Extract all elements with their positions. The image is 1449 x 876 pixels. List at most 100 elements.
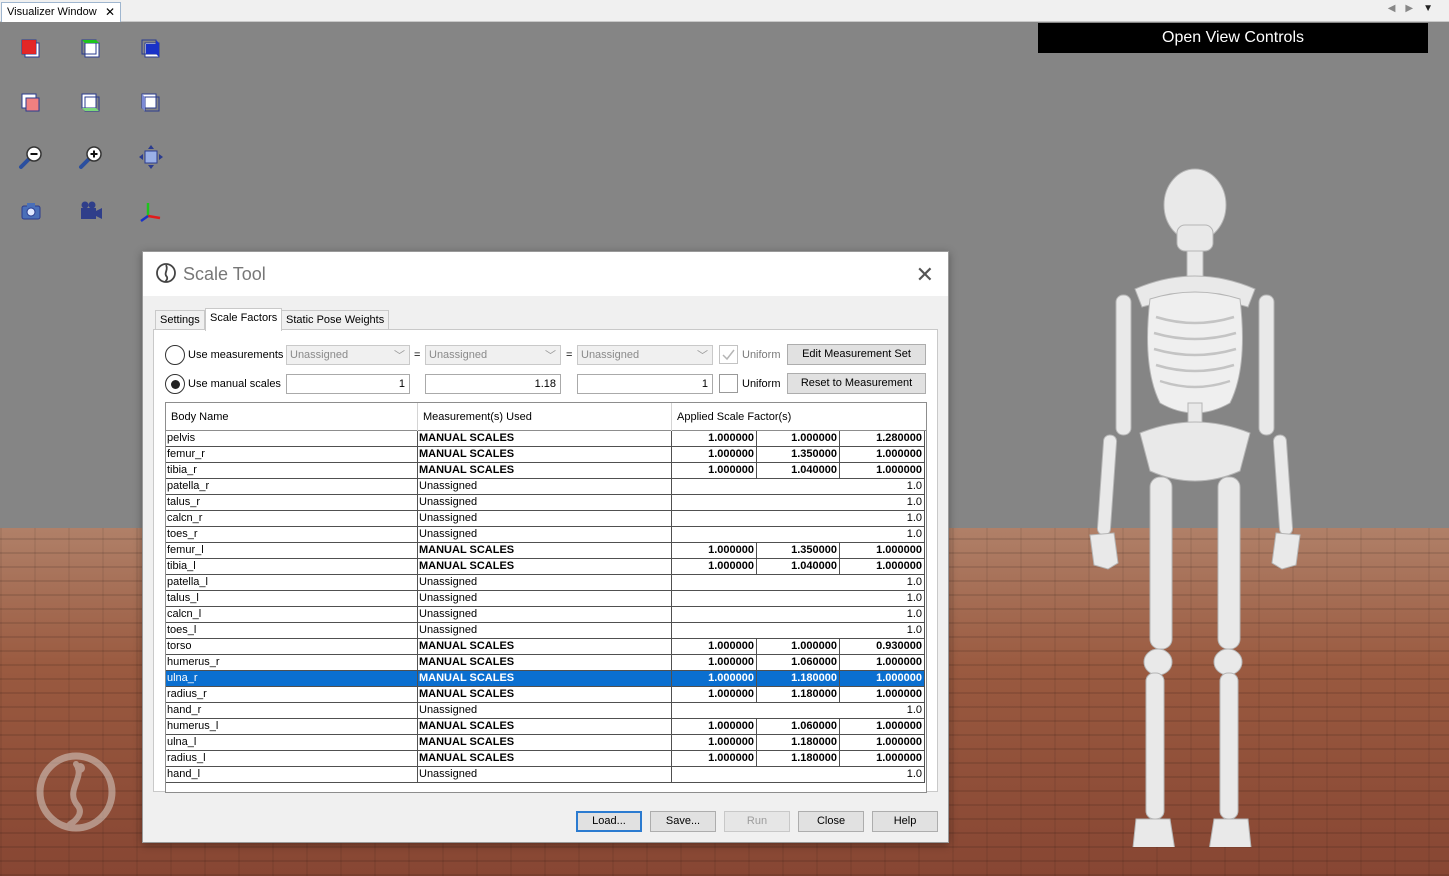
close-icon[interactable]: ✕ (916, 262, 934, 288)
body-name-cell[interactable]: calcn_r (166, 511, 418, 527)
tab-static-pose-weights[interactable]: Static Pose Weights (281, 310, 390, 330)
measurement-cell[interactable]: MANUAL SCALES (418, 719, 672, 735)
body-name-cell[interactable]: patella_l (166, 575, 418, 591)
scale-factor-x-cell[interactable]: 1.000000 (672, 687, 757, 703)
body-name-cell[interactable]: pelvis (166, 431, 418, 447)
view-top-icon[interactable] (78, 36, 104, 62)
column-header-body-name[interactable]: Body Name (166, 403, 418, 431)
reset-to-measurement-button[interactable]: Reset to Measurement (787, 373, 926, 394)
table-row[interactable]: talus_l Unassigned 1.0 (166, 591, 926, 607)
scroll-left-icon[interactable]: ◀ (1388, 3, 1406, 14)
manual-scale-x-input[interactable]: 1 (286, 374, 410, 394)
zoom-in-icon[interactable] (78, 144, 104, 170)
axes-icon[interactable] (138, 198, 164, 224)
use-measurements-radio[interactable] (165, 345, 185, 365)
view-left-icon[interactable] (138, 90, 164, 116)
load-button[interactable]: Load... (576, 811, 642, 832)
scale-factor-cell[interactable]: 1.0 (672, 623, 925, 639)
table-row[interactable]: humerus_l MANUAL SCALES 1.000000 1.060000 1.… (166, 719, 926, 735)
measurement-cell[interactable]: Unassigned (418, 591, 672, 607)
scale-factor-y-cell[interactable]: 1.180000 (757, 671, 840, 687)
scale-factor-y-cell[interactable]: 1.060000 (757, 655, 840, 671)
measurement-cell[interactable]: Unassigned (418, 767, 672, 783)
tab-settings[interactable]: Settings (155, 310, 205, 330)
body-name-cell[interactable]: tibia_l (166, 559, 418, 575)
scale-factor-cell[interactable]: 1.0 (672, 575, 925, 591)
body-name-cell[interactable]: hand_r (166, 703, 418, 719)
body-name-cell[interactable]: torso (166, 639, 418, 655)
measurement-cell[interactable]: MANUAL SCALES (418, 687, 672, 703)
body-name-cell[interactable]: toes_r (166, 527, 418, 543)
scale-factor-x-cell[interactable]: 1.000000 (672, 719, 757, 735)
table-row[interactable]: ulna_l MANUAL SCALES 1.000000 1.180000 1.000… (166, 735, 926, 751)
scale-factor-cell[interactable]: 1.0 (672, 479, 925, 495)
scale-factor-y-cell[interactable]: 1.180000 (757, 687, 840, 703)
table-row[interactable]: talus_r Unassigned 1.0 (166, 495, 926, 511)
scale-factor-y-cell[interactable]: 1.350000 (757, 543, 840, 559)
measurement-combo-x[interactable]: Unassigned ﹀ (286, 345, 410, 365)
body-name-cell[interactable]: humerus_r (166, 655, 418, 671)
scale-factor-z-cell[interactable]: 1.000000 (840, 671, 925, 687)
view-back-icon[interactable] (18, 90, 44, 116)
scale-factor-y-cell[interactable]: 1.060000 (757, 719, 840, 735)
run-button[interactable]: Run (724, 811, 790, 832)
scale-factor-cell[interactable]: 1.0 (672, 703, 925, 719)
body-name-cell[interactable]: ulna_l (166, 735, 418, 751)
tab-visualizer-window[interactable]: Visualizer Window ✕ (1, 2, 121, 22)
body-name-cell[interactable]: femur_l (166, 543, 418, 559)
table-row[interactable]: patella_l Unassigned 1.0 (166, 575, 926, 591)
measurement-cell[interactable]: Unassigned (418, 511, 672, 527)
body-name-cell[interactable]: humerus_l (166, 719, 418, 735)
fit-view-icon[interactable] (138, 144, 164, 170)
column-header-applied-scale-factors[interactable]: Applied Scale Factor(s) (672, 403, 926, 431)
scale-factor-y-cell[interactable]: 1.000000 (757, 639, 840, 655)
zoom-out-icon[interactable] (18, 144, 44, 170)
body-name-cell[interactable]: calcn_l (166, 607, 418, 623)
measurement-cell[interactable]: Unassigned (418, 527, 672, 543)
measurement-cell[interactable]: MANUAL SCALES (418, 751, 672, 767)
measurement-cell[interactable]: MANUAL SCALES (418, 655, 672, 671)
scale-factor-y-cell[interactable]: 1.350000 (757, 447, 840, 463)
scale-factor-cell[interactable]: 1.0 (672, 607, 925, 623)
scale-factor-z-cell[interactable]: 1.000000 (840, 559, 925, 575)
scale-factor-z-cell[interactable]: 1.000000 (840, 687, 925, 703)
table-row[interactable]: pelvis MANUAL SCALES 1.000000 1.000000 1.280… (166, 431, 926, 447)
scale-factor-z-cell[interactable]: 1.280000 (840, 431, 925, 447)
view-right-icon[interactable] (138, 36, 164, 62)
scale-factor-z-cell[interactable]: 1.000000 (840, 447, 925, 463)
close-icon[interactable]: ✕ (105, 5, 115, 19)
measurement-cell[interactable]: MANUAL SCALES (418, 559, 672, 575)
measurement-cell[interactable]: Unassigned (418, 575, 672, 591)
scale-factor-cell[interactable]: 1.0 (672, 767, 925, 783)
scroll-right-icon[interactable]: ▶ (1405, 3, 1423, 14)
measurement-cell[interactable]: MANUAL SCALES (418, 639, 672, 655)
scale-factor-x-cell[interactable]: 1.000000 (672, 655, 757, 671)
scale-factor-cell[interactable]: 1.0 (672, 511, 925, 527)
measurement-combo-y[interactable]: Unassigned ﹀ (425, 345, 561, 365)
view-front-icon[interactable] (18, 36, 44, 62)
body-name-cell[interactable]: patella_r (166, 479, 418, 495)
snapshot-camera-icon[interactable] (18, 198, 44, 224)
table-row[interactable]: toes_r Unassigned 1.0 (166, 527, 926, 543)
table-row[interactable]: radius_l MANUAL SCALES 1.000000 1.180000 1.0… (166, 751, 926, 767)
body-name-cell[interactable]: toes_l (166, 623, 418, 639)
table-row[interactable]: ulna_r MANUAL SCALES 1.000000 1.180000 1.000… (166, 671, 926, 687)
measurement-cell[interactable]: MANUAL SCALES (418, 447, 672, 463)
save-button[interactable]: Save... (650, 811, 716, 832)
measurement-cell[interactable]: MANUAL SCALES (418, 463, 672, 479)
measurement-cell[interactable]: MANUAL SCALES (418, 735, 672, 751)
table-row[interactable]: humerus_r MANUAL SCALES 1.000000 1.060000 1.… (166, 655, 926, 671)
table-row[interactable]: radius_r MANUAL SCALES 1.000000 1.180000 1.0… (166, 687, 926, 703)
scale-factor-x-cell[interactable]: 1.000000 (672, 463, 757, 479)
scale-factor-x-cell[interactable]: 1.000000 (672, 559, 757, 575)
scale-factor-z-cell[interactable]: 0.930000 (840, 639, 925, 655)
table-row[interactable]: tibia_l MANUAL SCALES 1.000000 1.040000 1.00… (166, 559, 926, 575)
edit-measurement-set-button[interactable]: Edit Measurement Set (787, 344, 926, 365)
scale-factor-y-cell[interactable]: 1.180000 (757, 735, 840, 751)
scale-factor-z-cell[interactable]: 1.000000 (840, 751, 925, 767)
scale-factor-z-cell[interactable]: 1.000000 (840, 719, 925, 735)
table-row[interactable]: patella_r Unassigned 1.0 (166, 479, 926, 495)
body-name-cell[interactable]: radius_r (166, 687, 418, 703)
scale-factor-x-cell[interactable]: 1.000000 (672, 639, 757, 655)
scale-factor-x-cell[interactable]: 1.000000 (672, 671, 757, 687)
